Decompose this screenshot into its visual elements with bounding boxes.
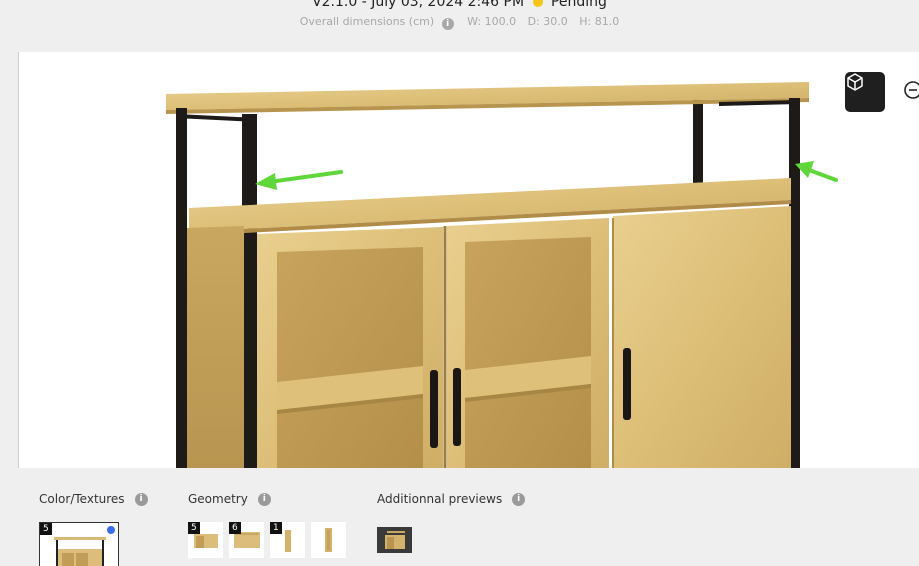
selected-indicator [107,526,115,534]
version-line: V2.1.0 - July 03, 2024 2:46 PM Pending [0,0,919,10]
zoom-out-button[interactable] [903,80,919,104]
additional-previews-label: Additionnal previews i [377,492,526,506]
thumbnail-badge: 1 [270,522,282,534]
depth-value: D: 30.0 [527,15,568,28]
geometry-thumbnail[interactable]: 5 [188,522,223,558]
geometry-thumbnail[interactable] [311,522,346,558]
left-gutter [0,52,18,468]
geometry-preview-image [325,528,332,552]
additional-preview-thumbnail[interactable] [377,527,412,553]
cube-icon [847,73,863,91]
geometry-title: Geometry [188,492,248,506]
geometry-thumbnail[interactable]: 1 [270,522,305,558]
texture-thumbnail[interactable]: 5 [39,522,119,566]
product-viewer[interactable] [18,52,919,468]
thumbnail-badge: 5 [188,522,200,534]
additional-preview-image [377,527,412,553]
version-header: V2.1.0 - July 03, 2024 2:46 PM Pending O… [0,0,919,52]
status-label: Pending [550,0,607,10]
version-text: V2.1.0 - July 03, 2024 2:46 PM [312,0,525,10]
dimensions-label: Overall dimensions (cm) [299,15,435,28]
cabinet-preview-image [166,82,838,468]
geometry-thumbnail[interactable]: 6 [229,522,264,558]
color-textures-label: Color/Textures i [39,492,148,506]
view-3d-button[interactable] [845,72,885,112]
dimensions-line: Overall dimensions (cm) i W: 100.0 D: 30… [0,15,919,30]
width-value: W: 100.0 [467,15,517,28]
info-icon[interactable]: i [441,18,454,30]
thumbnail-panel: Color/Textures i Geometry i Additionnal … [0,468,919,566]
height-value: H: 81.0 [579,15,620,28]
info-icon[interactable]: i [512,492,526,506]
info-icon[interactable]: i [134,492,148,506]
info-icon[interactable]: i [257,492,271,506]
geometry-label: Geometry i [188,492,271,506]
status-dot [532,0,543,7]
thumbnail-badge: 5 [40,523,52,535]
thumbnail-badge: 6 [229,522,241,534]
zoom-out-icon [904,81,919,99]
color-textures-title: Color/Textures [39,492,125,506]
additional-previews-title: Additionnal previews [377,492,503,506]
